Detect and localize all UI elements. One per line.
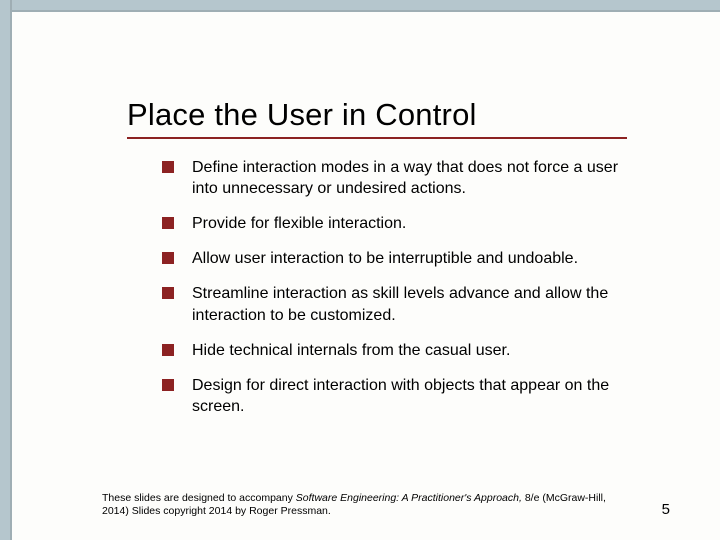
bullet-item: Provide for flexible interaction. xyxy=(162,213,640,234)
bullet-item: Hide technical internals from the casual… xyxy=(162,340,640,361)
slide-canvas: Place the User in Control Define interac… xyxy=(12,12,720,540)
page-number: 5 xyxy=(662,501,670,518)
footer-prefix: These slides are designed to accompany xyxy=(102,492,296,504)
bullet-item: Define interaction modes in a way that d… xyxy=(162,157,640,199)
bullet-list: Define interaction modes in a way that d… xyxy=(162,157,640,417)
footer-book-title: Software Engineering: A Practitioner's A… xyxy=(296,492,522,504)
edge-gradient-left xyxy=(0,0,12,540)
footer-citation: These slides are designed to accompany S… xyxy=(102,492,622,518)
slide-title: Place the User in Control xyxy=(127,97,627,139)
bullet-item: Design for direct interaction with objec… xyxy=(162,375,640,417)
bullet-item: Allow user interaction to be interruptib… xyxy=(162,248,640,269)
bullet-item: Streamline interaction as skill levels a… xyxy=(162,283,640,325)
footer: These slides are designed to accompany S… xyxy=(102,492,670,518)
edge-gradient-top xyxy=(0,0,720,12)
title-block: Place the User in Control xyxy=(12,12,720,139)
body-block: Define interaction modes in a way that d… xyxy=(12,139,720,417)
